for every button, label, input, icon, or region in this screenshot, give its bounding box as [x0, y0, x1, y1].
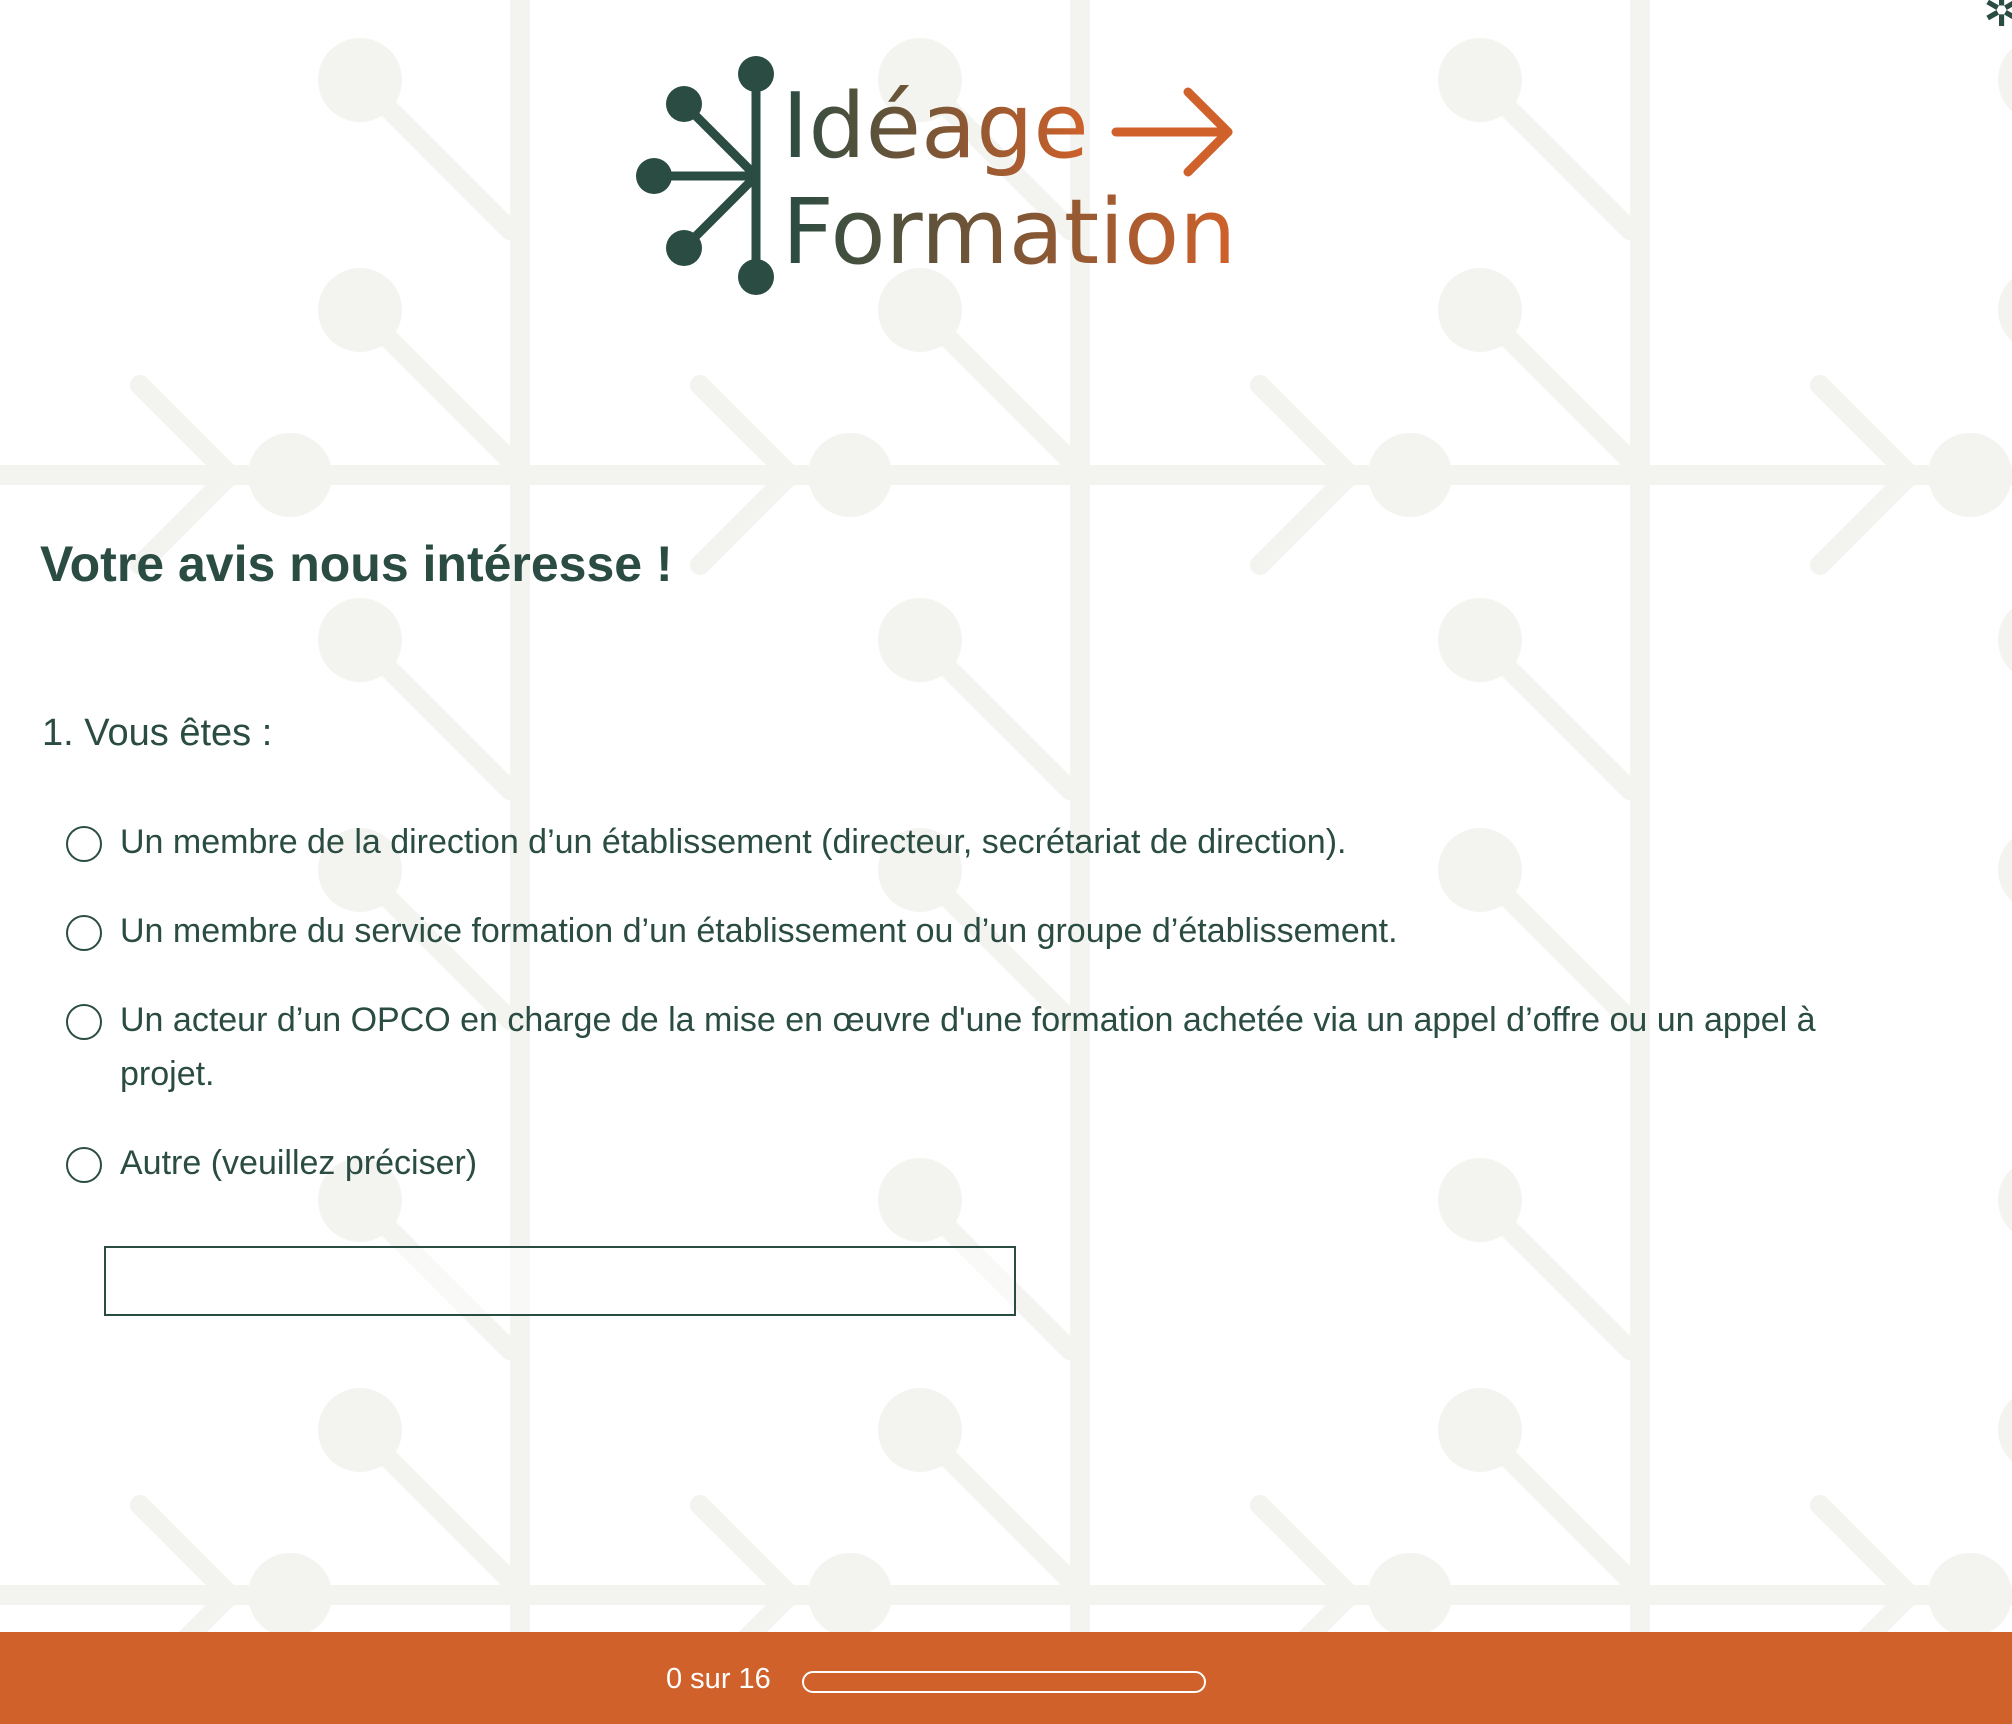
radio-button[interactable] [66, 826, 102, 862]
ideage-formation-logo: Idéage Formation [636, 56, 1236, 295]
logo-line1: Idéage [782, 74, 1089, 179]
option-service-formation[interactable]: Un membre du service formation d’un étab… [66, 909, 1826, 958]
logo-arrow-icon [1111, 87, 1233, 177]
radio-button[interactable] [66, 1004, 102, 1040]
option-direction[interactable]: Un membre de la direction d’un établisse… [66, 820, 1826, 869]
progress-bar [802, 1671, 1206, 1693]
radio-button[interactable] [66, 1147, 102, 1183]
option-label: Un membre du service formation d’un étab… [120, 912, 1398, 950]
logo-line2: Formation [782, 180, 1236, 285]
radio-button[interactable] [66, 915, 102, 951]
page-title: Votre avis nous intéresse ! [40, 536, 673, 592]
question-1-options: Un membre de la direction d’un établisse… [66, 820, 1826, 1230]
option-label: Autre (veuillez préciser) [120, 1144, 478, 1182]
logo-mark-icon [636, 56, 774, 295]
option-label: Un membre de la direction d’un établisse… [120, 823, 1347, 861]
option-label: Un acteur d’un OPCO en charge de la mise… [120, 1001, 1816, 1093]
star-icon: ✲ [1983, 0, 2012, 36]
question-1: 1. Vous êtes : [42, 712, 273, 754]
option-autre[interactable]: Autre (veuillez préciser) [66, 1141, 1826, 1190]
other-specify-input[interactable] [104, 1246, 1016, 1316]
option-opco[interactable]: Un acteur d’un OPCO en charge de la mise… [66, 998, 1826, 1101]
progress-text: 0 sur 16 [666, 1663, 771, 1695]
